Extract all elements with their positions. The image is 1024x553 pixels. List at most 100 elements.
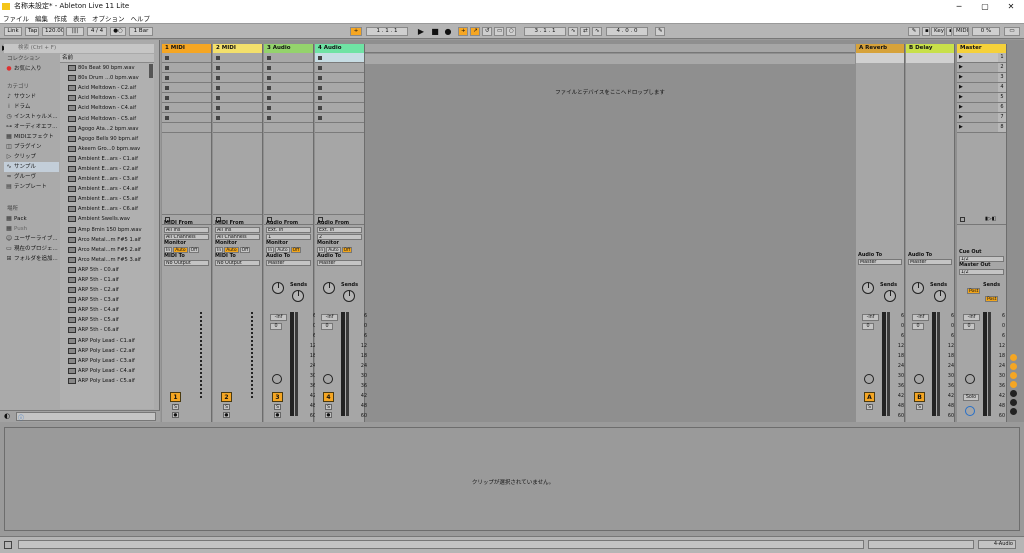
sidebar-item-drums[interactable]: ⁞ ドラム — [4, 102, 59, 112]
file-item[interactable]: Acid Meltdown - C3.aif — [60, 93, 154, 103]
reenable-automation-icon[interactable]: ↺ — [482, 27, 492, 36]
sidebar-item-grooves[interactable]: ≈ グルーヴ — [4, 172, 59, 182]
name-column-header[interactable]: 名前 — [60, 54, 154, 63]
menu-view[interactable]: 表示 — [70, 13, 89, 23]
send-b-knob[interactable] — [343, 290, 355, 302]
preview-toggle-icon[interactable]: ◐ — [4, 412, 10, 420]
arm-button[interactable]: ● — [172, 412, 179, 418]
scene-launch-icon[interactable]: ▶ — [959, 84, 963, 90]
pan-dial-icon[interactable] — [864, 374, 874, 384]
mixer-toggle-icon[interactable] — [1010, 381, 1017, 388]
monitor-off-button[interactable]: Off — [188, 247, 200, 253]
clip-slot[interactable] — [162, 83, 211, 93]
track-title[interactable]: 4 Audio — [315, 44, 364, 53]
solo-toggle-icon[interactable] — [1010, 408, 1017, 415]
pan-dial-icon[interactable] — [914, 374, 924, 384]
clip-slot[interactable] — [315, 53, 364, 63]
clip-slot[interactable] — [315, 123, 364, 133]
file-item[interactable]: Agogo Ata...2 bpm.wav — [60, 124, 154, 134]
clip-slot[interactable] — [264, 113, 313, 123]
solo-button[interactable]: S — [916, 404, 923, 410]
clip-slot[interactable] — [213, 113, 262, 123]
menu-options[interactable]: オプション — [89, 13, 128, 23]
file-item[interactable]: Agogo Bells 90 bpm.aif — [60, 134, 154, 144]
nudge-icon[interactable]: |||| — [66, 27, 84, 36]
clip-slot[interactable] — [162, 103, 211, 113]
time-signature-field[interactable]: 4 / 4 — [87, 27, 107, 36]
sidebar-item-push[interactable]: ▦ Push — [4, 224, 59, 234]
track-activator-button[interactable]: 2 — [221, 392, 232, 402]
loop-length-field[interactable]: 4 . 0 . 0 — [606, 27, 648, 36]
track-title[interactable]: 1 MIDI — [162, 44, 211, 53]
track-activator-button[interactable]: A — [864, 392, 875, 402]
clip-slot[interactable] — [213, 123, 262, 133]
output-select[interactable]: No Output — [215, 260, 260, 266]
send-a-knob[interactable] — [323, 282, 335, 294]
solo-select-button[interactable]: Solo — [963, 394, 979, 401]
pan-dial-icon[interactable] — [272, 374, 282, 384]
file-item[interactable]: Ambient E...ars - C2.aif — [60, 164, 154, 174]
clip-slot[interactable] — [162, 63, 211, 73]
scene-slot[interactable]: ▶ 3 — [957, 73, 1006, 83]
monitor-off-button[interactable]: Off — [290, 247, 302, 253]
loop-start-field[interactable]: 3 . 1 . 1 — [524, 27, 566, 36]
key-map-button[interactable]: Key — [931, 27, 945, 36]
input-type-select[interactable]: Ext. In — [317, 227, 362, 233]
file-item[interactable]: ARP Poly Lead - C2.aif — [60, 346, 154, 356]
clip-slot[interactable] — [162, 53, 211, 63]
scene-launch-icon[interactable]: ▶ — [959, 74, 963, 80]
input-type-select[interactable]: Ext. In — [266, 227, 311, 233]
clip-slot[interactable] — [162, 123, 211, 133]
track-activator-button[interactable]: 4 — [323, 392, 334, 402]
post-button[interactable]: Post — [967, 288, 981, 294]
track-activator-button[interactable]: B — [914, 392, 925, 402]
cue-volume-dial-icon[interactable] — [965, 406, 975, 416]
clip-slot[interactable] — [213, 53, 262, 63]
track-title[interactable]: 3 Audio — [264, 44, 313, 53]
send-a-knob[interactable] — [912, 282, 924, 294]
input-type-select[interactable]: All Ins — [215, 227, 260, 233]
overview-toggle-icon[interactable]: ▭ — [1004, 27, 1020, 36]
clip-slot[interactable] — [264, 103, 313, 113]
file-item[interactable]: ARP Poly Lead - C5.aif — [60, 376, 154, 386]
arm-button[interactable]: ● — [325, 412, 332, 418]
sidebar-item-current-project[interactable]: ▭ 現在のプロジェ... — [4, 244, 59, 254]
send-b-knob[interactable] — [934, 290, 946, 302]
sidebar-item-templates[interactable]: ▤ テンプレート — [4, 182, 59, 192]
pan-dial-icon[interactable] — [965, 374, 975, 384]
follow-icon[interactable]: + — [350, 27, 362, 36]
clip-slot[interactable] — [315, 73, 364, 83]
clip-slot[interactable] — [264, 73, 313, 83]
track-title[interactable]: 2 MIDI — [213, 44, 262, 53]
clip-slot[interactable] — [213, 103, 262, 113]
track-delay-toggle-icon[interactable] — [1010, 399, 1017, 406]
minimize-button[interactable]: ─ — [946, 2, 972, 11]
output-select[interactable]: Master — [858, 259, 902, 265]
arrangement-position-field[interactable]: 1 . 1 . 1 — [366, 27, 408, 36]
file-item[interactable]: Arco Metal...m F#5 1.aif — [60, 235, 154, 245]
scene-launch-icon[interactable]: ▶ — [959, 114, 963, 120]
return-title[interactable]: B Delay — [906, 44, 954, 53]
sidebar-item-clips[interactable]: ▷ クリップ — [4, 152, 59, 162]
scene-slot[interactable]: ▶ 6 — [957, 103, 1006, 113]
pencil-icon[interactable]: ✎ — [908, 27, 920, 36]
maximize-button[interactable]: ▢ — [972, 2, 998, 11]
punch-in-icon[interactable]: ∿ — [568, 27, 578, 36]
send-b-knob[interactable] — [884, 290, 896, 302]
file-item[interactable]: Acid Meltdown - C4.aif — [60, 103, 154, 113]
file-item[interactable]: Arco Metal...m F#5 2.aif — [60, 245, 154, 255]
clip-slot[interactable] — [315, 63, 364, 73]
sends-toggle-icon[interactable] — [1010, 363, 1017, 370]
clip-slot[interactable] — [264, 123, 313, 133]
clip-slot[interactable] — [213, 73, 262, 83]
clip-slot[interactable] — [213, 83, 262, 93]
master-out-select[interactable]: 1/2 — [959, 269, 1004, 275]
close-button[interactable]: ✕ — [998, 2, 1024, 11]
file-item[interactable]: Ambient E...ars - C3.aif — [60, 174, 154, 184]
arrangement-toggle-icon[interactable] — [4, 541, 12, 549]
send-b-knob[interactable] — [292, 290, 304, 302]
volume-field[interactable]: -inf — [862, 314, 879, 321]
output-select[interactable]: Master — [266, 260, 311, 266]
draw-mode-icon[interactable]: ✎ — [655, 27, 665, 36]
returns-toggle-icon[interactable] — [1010, 372, 1017, 379]
